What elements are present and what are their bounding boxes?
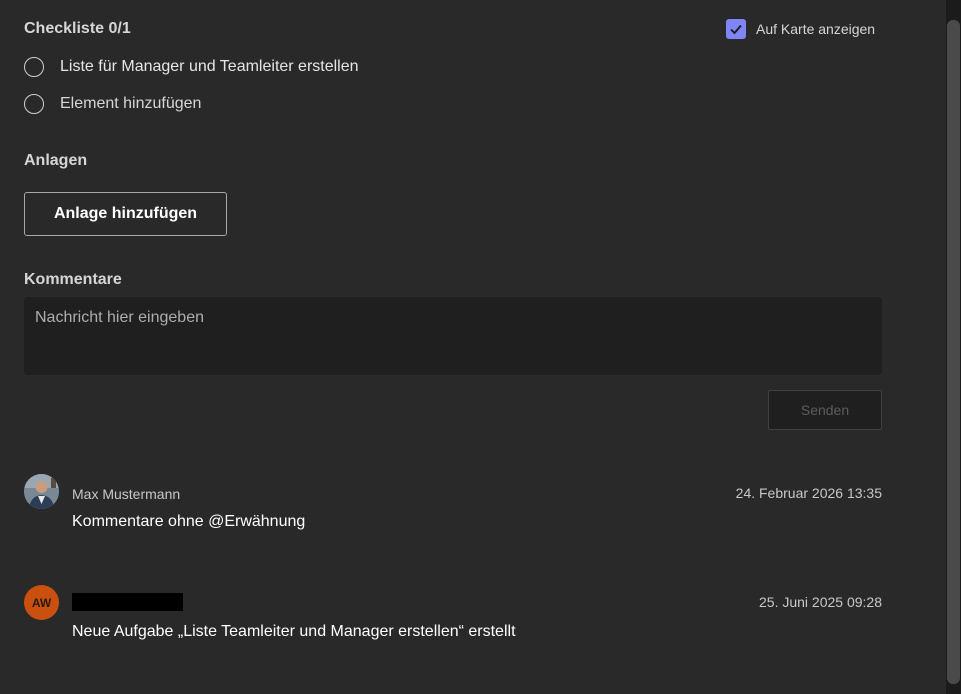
avatar xyxy=(24,474,59,509)
avatar: AW xyxy=(24,585,59,620)
avatar-initials: AW xyxy=(31,595,52,610)
checklist-title: Checkliste 0/1 xyxy=(24,20,131,37)
show-on-card-label: Auf Karte anzeigen xyxy=(756,21,876,37)
comment-timestamp: 25. Juni 2025 09:28 xyxy=(759,594,882,610)
comment-author: Max Mustermann xyxy=(72,486,181,502)
show-on-card-toggle[interactable]: Auf Karte anzeigen xyxy=(726,19,875,39)
comment-input[interactable]: Nachricht hier eingeben xyxy=(24,297,882,375)
comment-text: Kommentare ohne @Erwähnung xyxy=(72,513,306,530)
user-photo-icon xyxy=(24,474,59,509)
checklist-item-radio[interactable] xyxy=(24,57,44,77)
scrollbar[interactable] xyxy=(946,0,961,694)
comments-title: Kommentare xyxy=(24,271,122,288)
send-button[interactable]: Senden xyxy=(768,390,882,430)
add-item-radio[interactable] xyxy=(24,94,44,114)
scrollbar-thumb[interactable] xyxy=(947,20,960,684)
attachments-title: Anlagen xyxy=(24,152,88,169)
show-on-card-checkbox[interactable] xyxy=(726,19,746,39)
add-attachment-button[interactable]: Anlage hinzufügen xyxy=(24,192,227,236)
checkmark-icon xyxy=(730,24,742,35)
comment-timestamp: 24. Februar 2026 13:35 xyxy=(735,485,882,501)
add-checklist-item: Element hinzufügen xyxy=(24,94,201,114)
checklist-item-label[interactable]: Liste für Manager und Teamleiter erstell… xyxy=(60,58,359,76)
checklist-item: Liste für Manager und Teamleiter erstell… xyxy=(24,57,359,77)
add-item-input[interactable]: Element hinzufügen xyxy=(60,95,201,113)
redacted-author xyxy=(72,593,183,611)
comment-text: Neue Aufgabe „Liste Teamleiter und Manag… xyxy=(72,623,516,640)
